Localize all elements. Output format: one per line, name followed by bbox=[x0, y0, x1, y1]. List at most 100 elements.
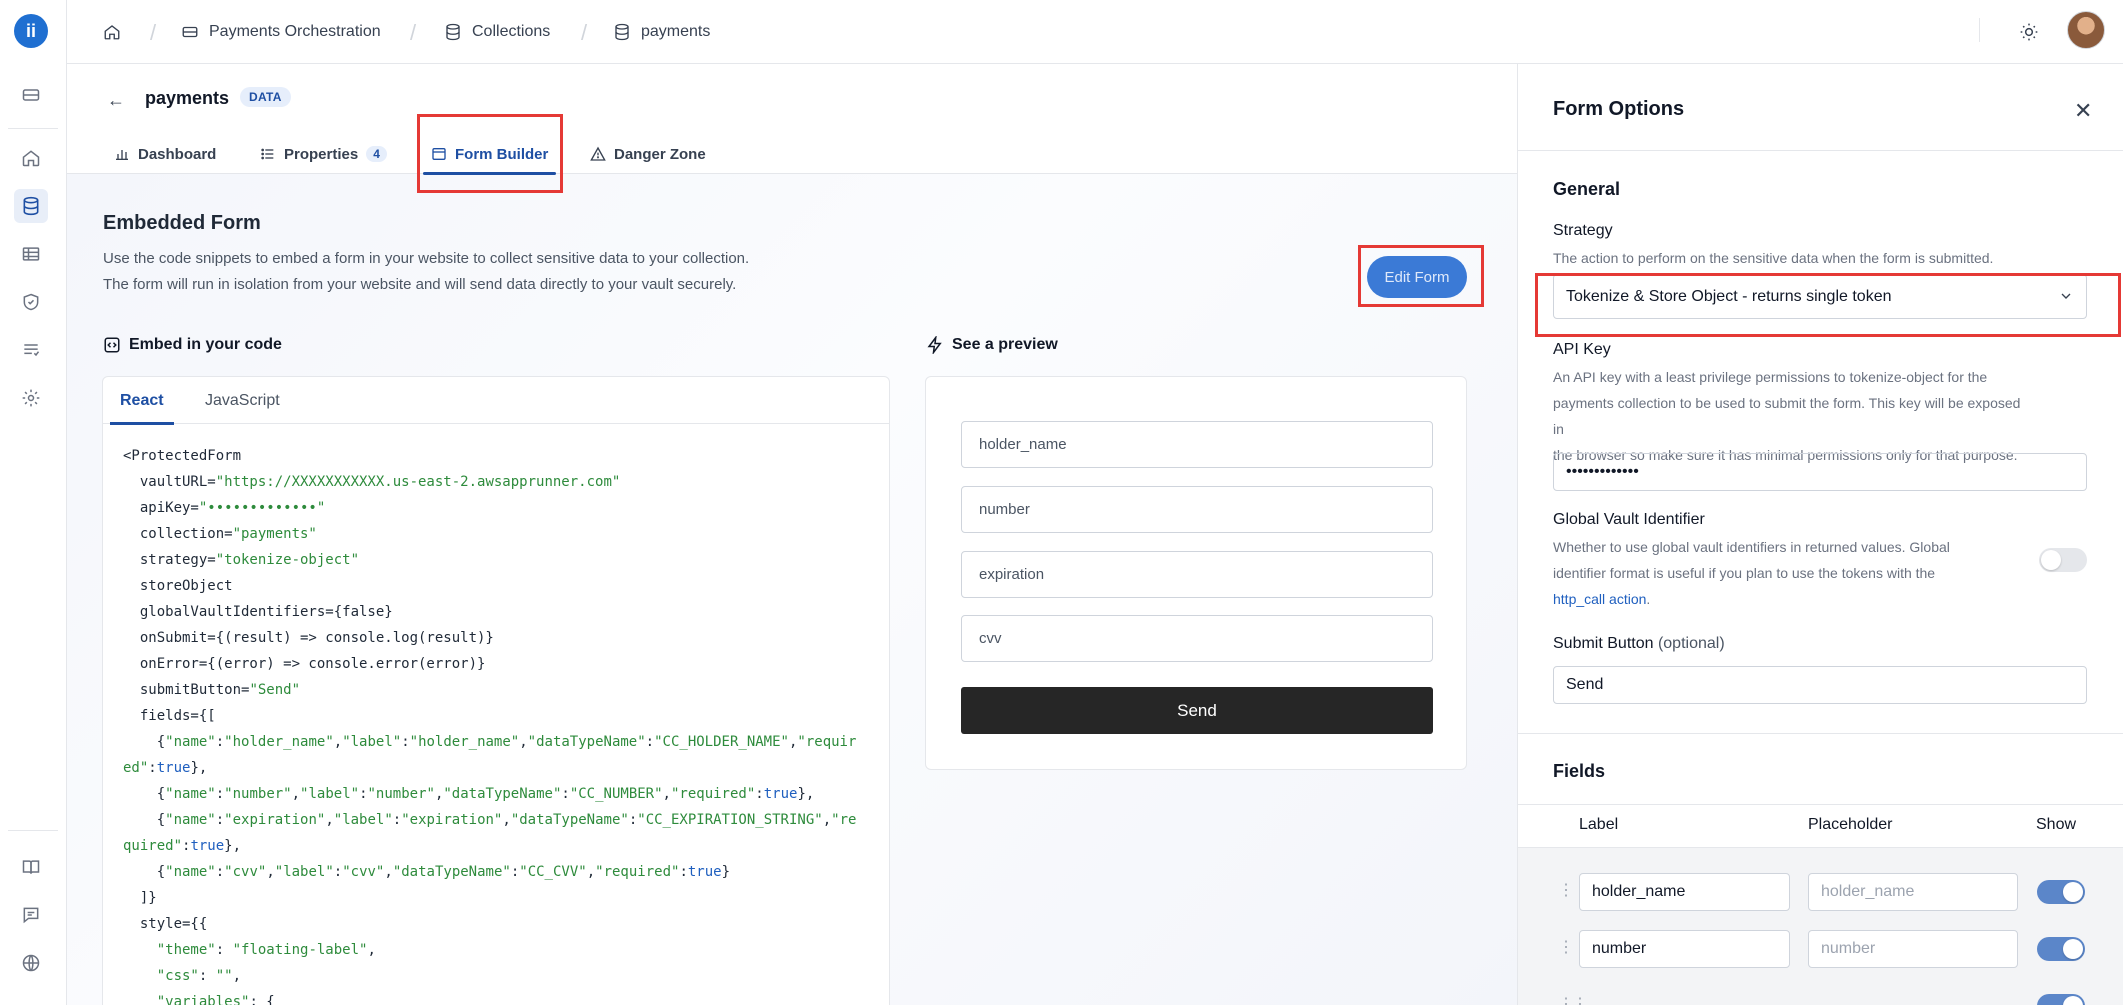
code-line: onSubmit={(result) => console.log(result… bbox=[123, 630, 494, 646]
code-block: <ProtectedForm vaultURL="https://XXXXXXX… bbox=[123, 443, 883, 1005]
storage-icon[interactable] bbox=[14, 78, 48, 112]
theme-toggle-sun-icon[interactable] bbox=[2015, 18, 2043, 46]
code-line: collection="payments" bbox=[123, 526, 317, 542]
code-line: "theme": "floating-label", bbox=[156, 942, 376, 958]
api-key-label: API Key bbox=[1553, 341, 1611, 358]
code-line: {"name":"cvv","label":"cvv","dataTypeNam… bbox=[123, 864, 731, 880]
back-arrow-icon[interactable]: ← bbox=[107, 90, 125, 111]
embedded-form-heading: Embedded Form bbox=[103, 212, 261, 234]
breadcrumb-label: Payments Orchestration bbox=[209, 23, 381, 40]
http-call-action-link[interactable]: http_call action bbox=[1553, 591, 1646, 607]
globe-icon[interactable] bbox=[14, 946, 48, 980]
tab-dashboard[interactable]: Dashboard bbox=[114, 134, 216, 174]
field-show-toggle[interactable] bbox=[2037, 937, 2085, 961]
submit-button-label: Submit Button (optional) bbox=[1553, 635, 1725, 652]
preview-heading-text: See a preview bbox=[952, 336, 1058, 353]
code-line: storeObject bbox=[123, 578, 233, 594]
breadcrumb-home[interactable] bbox=[103, 0, 121, 64]
api-key-field[interactable]: ••••••••••••• bbox=[1553, 453, 2087, 491]
field-label-input[interactable]: number bbox=[1579, 930, 1790, 968]
form-options-panel: Form Options ✕ General Strategy The acti… bbox=[1517, 64, 2123, 1005]
data-badge: DATA bbox=[240, 87, 291, 107]
drag-handle-icon[interactable]: ⋮⋮ bbox=[1558, 994, 1588, 1005]
book-icon[interactable] bbox=[14, 850, 48, 884]
tab-bar: Dashboard Properties 4 Form Builder Dang… bbox=[67, 134, 1517, 175]
column-header-label: Label bbox=[1579, 816, 1619, 833]
settings-icon[interactable] bbox=[14, 381, 48, 415]
code-line: quired":true}, bbox=[123, 838, 242, 854]
breadcrumb-item-collections[interactable]: Collections bbox=[444, 0, 550, 64]
highlight-box-form-builder bbox=[417, 114, 563, 193]
lightning-icon bbox=[927, 336, 942, 354]
tab-label: Properties bbox=[284, 145, 359, 163]
close-icon[interactable]: ✕ bbox=[2074, 100, 2092, 122]
home-icon bbox=[104, 25, 120, 40]
preview-input-holder-name[interactable]: holder_name bbox=[961, 421, 1433, 468]
breadcrumb-label: Collections bbox=[472, 23, 551, 40]
panel-title: Form Options bbox=[1553, 98, 1685, 120]
list-icon[interactable] bbox=[14, 333, 48, 367]
global-vault-identifier-toggle[interactable] bbox=[2039, 548, 2087, 572]
column-header-show: Show bbox=[2036, 816, 2077, 833]
page-title: payments bbox=[145, 88, 230, 108]
app-logo[interactable]: ii bbox=[14, 14, 48, 48]
strategy-help: The action to perform on the sensitive d… bbox=[1553, 250, 1994, 266]
preview-send-button[interactable]: Send bbox=[961, 687, 1433, 734]
breadcrumb-label: payments bbox=[641, 23, 711, 40]
code-snippet-card: React JavaScript <ProtectedForm vaultURL… bbox=[102, 376, 890, 1005]
code-line: {"name":"number","label":"number","dataT… bbox=[123, 786, 815, 802]
submit-button-field[interactable]: Send bbox=[1553, 666, 2087, 704]
code-line: "variables": { bbox=[156, 994, 275, 1005]
embed-heading-text: Embed in your code bbox=[129, 336, 282, 353]
code-line: fields={[ bbox=[123, 708, 216, 724]
tab-danger-zone[interactable]: Danger Zone bbox=[590, 134, 706, 174]
field-show-toggle[interactable] bbox=[2037, 994, 2085, 1005]
code-line: onError={(error) => console.error(error)… bbox=[123, 656, 486, 672]
strategy-label: Strategy bbox=[1553, 222, 1613, 239]
general-heading: General bbox=[1553, 179, 1621, 199]
code-line: apiKey="•••••••••••••" bbox=[123, 500, 326, 516]
code-icon bbox=[104, 337, 120, 353]
database-icon bbox=[615, 23, 629, 41]
warning-icon bbox=[590, 146, 606, 161]
form-preview-card: holder_name number expiration cvv Send bbox=[925, 376, 1467, 770]
shield-icon[interactable] bbox=[14, 285, 48, 319]
table-icon[interactable] bbox=[14, 237, 48, 271]
code-line: ]} bbox=[123, 890, 157, 906]
left-rail: ii bbox=[0, 0, 67, 1005]
home-icon[interactable] bbox=[14, 141, 48, 175]
tab-label: Dashboard bbox=[138, 145, 217, 163]
field-show-toggle[interactable] bbox=[2037, 880, 2085, 904]
code-line: {"name":"holder_name","label":"holder_na… bbox=[123, 734, 857, 750]
avatar[interactable] bbox=[2067, 11, 2105, 49]
highlight-box-strategy bbox=[1535, 273, 2121, 337]
embed-heading: Embed in your code bbox=[103, 336, 282, 354]
breadcrumb-item-payments-orchestration[interactable]: Payments Orchestration bbox=[181, 0, 381, 64]
breadcrumb-item-payments[interactable]: payments bbox=[613, 0, 710, 64]
preview-input-expiration[interactable]: expiration bbox=[961, 551, 1433, 598]
storage-icon bbox=[182, 26, 198, 38]
embedded-form-description: Use the code snippets to embed a form in… bbox=[103, 250, 750, 267]
top-bar: / Payments Orchestration / Collections /… bbox=[67, 0, 2123, 64]
code-tab-javascript[interactable]: JavaScript bbox=[205, 377, 280, 424]
field-label-input[interactable]: holder_name bbox=[1579, 873, 1790, 911]
fields-heading: Fields bbox=[1553, 761, 1606, 781]
database-icon[interactable] bbox=[14, 189, 48, 223]
code-line: {"name":"expiration","label":"expiration… bbox=[123, 812, 857, 828]
code-line: submitButton="Send" bbox=[123, 682, 301, 698]
code-line: <ProtectedForm bbox=[123, 448, 242, 464]
properties-count-badge: 4 bbox=[366, 146, 387, 162]
column-header-placeholder: Placeholder bbox=[1808, 816, 1893, 833]
field-placeholder-input[interactable]: holder_name bbox=[1808, 873, 2018, 911]
code-line: strategy="tokenize-object" bbox=[123, 552, 360, 568]
preview-input-cvv[interactable]: cvv bbox=[961, 615, 1433, 662]
tab-properties[interactable]: Properties 4 bbox=[260, 134, 387, 174]
preview-heading: See a preview bbox=[926, 336, 1058, 354]
chat-icon[interactable] bbox=[14, 898, 48, 932]
code-tab-react[interactable]: React bbox=[110, 377, 174, 425]
field-placeholder-input[interactable]: number bbox=[1808, 930, 2018, 968]
code-line: "css": "", bbox=[156, 968, 242, 984]
database-icon bbox=[446, 23, 460, 41]
preview-input-number[interactable]: number bbox=[961, 486, 1433, 533]
highlight-box-edit-form bbox=[1358, 245, 1484, 307]
